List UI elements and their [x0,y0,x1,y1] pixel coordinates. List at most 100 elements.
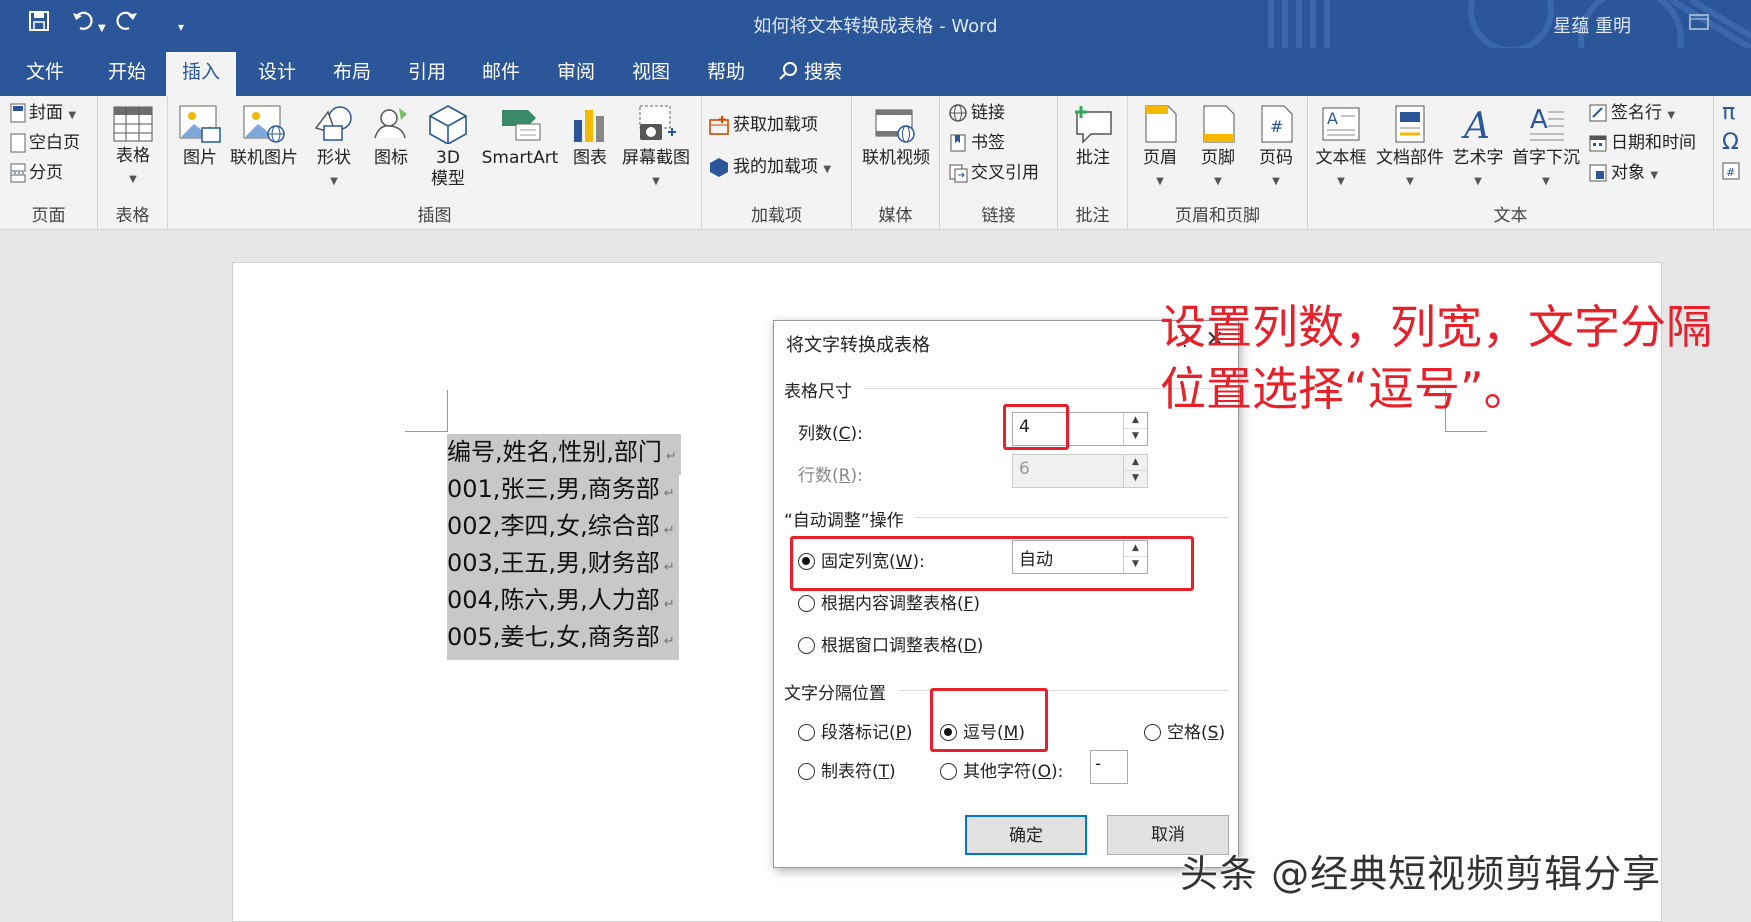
margin-corner-mark [447,390,448,432]
paragraph-mark: ↵ [663,523,675,538]
drop-cap-button[interactable]: A 首字下沉 ▼ [1508,104,1584,192]
dialog-title: 将文字转换成表格 [786,335,930,356]
tab-home[interactable]: 开始 [108,60,146,84]
comment-button[interactable]: 批注 [1064,104,1122,169]
doc-line[interactable]: 002,李四,女,综合部 ↵ [447,508,679,549]
tab-review[interactable]: 审阅 [557,60,595,84]
group-label-illustrations: 插图 [417,206,452,226]
header-icon [1145,105,1177,143]
blank-page-button[interactable]: 空白页 [10,132,80,154]
ok-button[interactable]: 确定 [965,815,1087,855]
user-name[interactable]: 星蕴 重明 [1553,12,1631,38]
picture-button[interactable]: 图片 [176,104,224,169]
group-label-table: 表格 [115,206,150,226]
quick-parts-button[interactable]: 文档部件 ▼ [1372,104,1448,192]
separator-tab-radio[interactable]: 制表符(T) [798,757,896,782]
svg-text:A: A [1530,105,1548,135]
tab-file[interactable]: 文件 [26,60,64,84]
radio-icon [798,637,815,654]
paragraph-mark: ↵ [663,634,675,649]
annotation-text: 设置列数，列宽，文字分隔 位置选择“逗号”。 [1160,300,1712,416]
bookmark-button[interactable]: 书签 [948,132,1005,154]
cross-reference-button[interactable]: 交叉引用 [948,162,1039,184]
group-label-addins: 加载项 [751,206,802,226]
icons-button[interactable]: 图标 [364,104,418,169]
page-number-icon: # [1261,105,1293,143]
doc-line[interactable]: 004,陈六,男,人力部 ↵ [447,582,679,623]
tab-mailings[interactable]: 邮件 [482,60,520,84]
group-comments: 批注 批注 [1058,96,1128,230]
online-video-button[interactable]: 联机视频 [858,104,934,169]
svg-text:A: A [1327,109,1338,128]
symbol-icon[interactable]: Ω [1722,130,1739,155]
chart-icon [574,110,604,142]
separator-other-radio[interactable]: 其他字符(O): [940,757,1063,782]
svg-text:A: A [1461,106,1490,144]
radio-icon [940,763,957,780]
separator-paragraph-radio[interactable]: 段落标记(P) [798,718,913,743]
equation-icon[interactable]: π [1722,100,1735,125]
page-break-icon [10,163,26,183]
doc-line[interactable]: 005,姜七,女,商务部 ↵ [447,619,679,660]
highlight-comma [930,688,1048,752]
shapes-button[interactable]: 形状 ▼ [306,104,362,192]
smartart-button[interactable]: SmartArt [478,104,562,169]
group-header-footer: 页眉 ▼ 页脚 ▼ # 页码 ▼ 页眉和页脚 [1128,96,1308,230]
link-button[interactable]: 链接 [948,102,1005,124]
wordart-button[interactable]: A 艺术字 ▼ [1448,104,1508,192]
tab-references[interactable]: 引用 [408,60,446,84]
tab-design[interactable]: 设计 [258,60,296,84]
tab-view[interactable]: 视图 [632,60,670,84]
footer-button[interactable]: 页脚 ▼ [1190,104,1246,192]
ribbon-display-icon[interactable] [1689,14,1709,34]
header-button[interactable]: 页眉 ▼ [1132,104,1188,192]
separator-space-radio[interactable]: 空格(S) [1144,718,1225,743]
footer-icon [1203,105,1235,143]
margin-corner-mark [1445,431,1487,432]
page-number-button[interactable]: # 页码 ▼ [1248,104,1304,192]
wordart-icon: A [1461,106,1490,144]
bookmark-icon [950,134,966,152]
tab-layout[interactable]: 布局 [333,60,371,84]
group-links: 链接 书签 交叉引用 链接 [940,96,1058,230]
tab-search[interactable]: 搜索 [778,60,842,84]
columns-spin-buttons[interactable]: ▲ ▼ [1123,413,1147,445]
group-symbols: π Ω # [1714,96,1751,230]
date-time-button[interactable]: 日期和时间 [1588,132,1696,154]
screenshot-icon [639,105,676,140]
my-addins-button[interactable]: 我的加载项 ▼ [708,156,831,181]
quick-parts-icon [1395,105,1425,143]
screenshot-button[interactable]: 屏幕截图 ▼ [616,104,696,192]
number-icon[interactable]: # [1722,162,1740,184]
tab-help[interactable]: 帮助 [707,60,745,84]
signature-line-button[interactable]: 签名行 ▼ [1588,102,1675,127]
autofit-window-radio[interactable]: 根据窗口调整表格(D) [798,631,983,656]
cover-page-icon [10,103,26,123]
text-box-button[interactable]: A 文本框 ▼ [1312,104,1370,192]
autofit-contents-radio[interactable]: 根据内容调整表格(F) [798,589,980,614]
group-label-comments: 批注 [1075,206,1110,226]
rows-stepper: 6 ▲ ▼ [1012,454,1148,488]
3d-models-button[interactable]: 3D 模型 [424,104,472,190]
tab-insert[interactable]: 插入 [166,52,237,96]
smartart-icon [502,110,541,141]
group-pages: 封面 ▼ 空白页 分页 页面 [0,96,98,230]
doc-line[interactable]: 编号,姓名,性别,部门 ↵ [447,434,681,475]
table-button[interactable]: 表格 ▼ [106,106,160,190]
doc-line[interactable]: 003,王五,男,财务部 ↵ [447,545,679,586]
section-separator: 文字分隔位置 [784,684,886,704]
object-button[interactable]: 对象 ▼ [1588,162,1658,187]
get-addins-button[interactable]: 获取加载项 [708,114,818,136]
other-character-input[interactable]: - [1090,750,1128,784]
online-picture-button[interactable]: 联机图片 [228,104,300,169]
group-label-media: 媒体 [878,206,913,226]
spin-down-icon: ▼ [1132,473,1139,483]
doc-line[interactable]: 001,张三,男,商务部 ↵ [447,471,679,512]
cover-page-button[interactable]: 封面 ▼ [10,102,76,127]
group-label-text: 文本 [1493,206,1528,226]
section-divider [914,517,1228,518]
object-icon [1589,164,1607,182]
page-break-button[interactable]: 分页 [10,162,63,184]
group-label-header-footer: 页眉和页脚 [1175,206,1260,226]
chart-button[interactable]: 图表 [566,104,614,169]
